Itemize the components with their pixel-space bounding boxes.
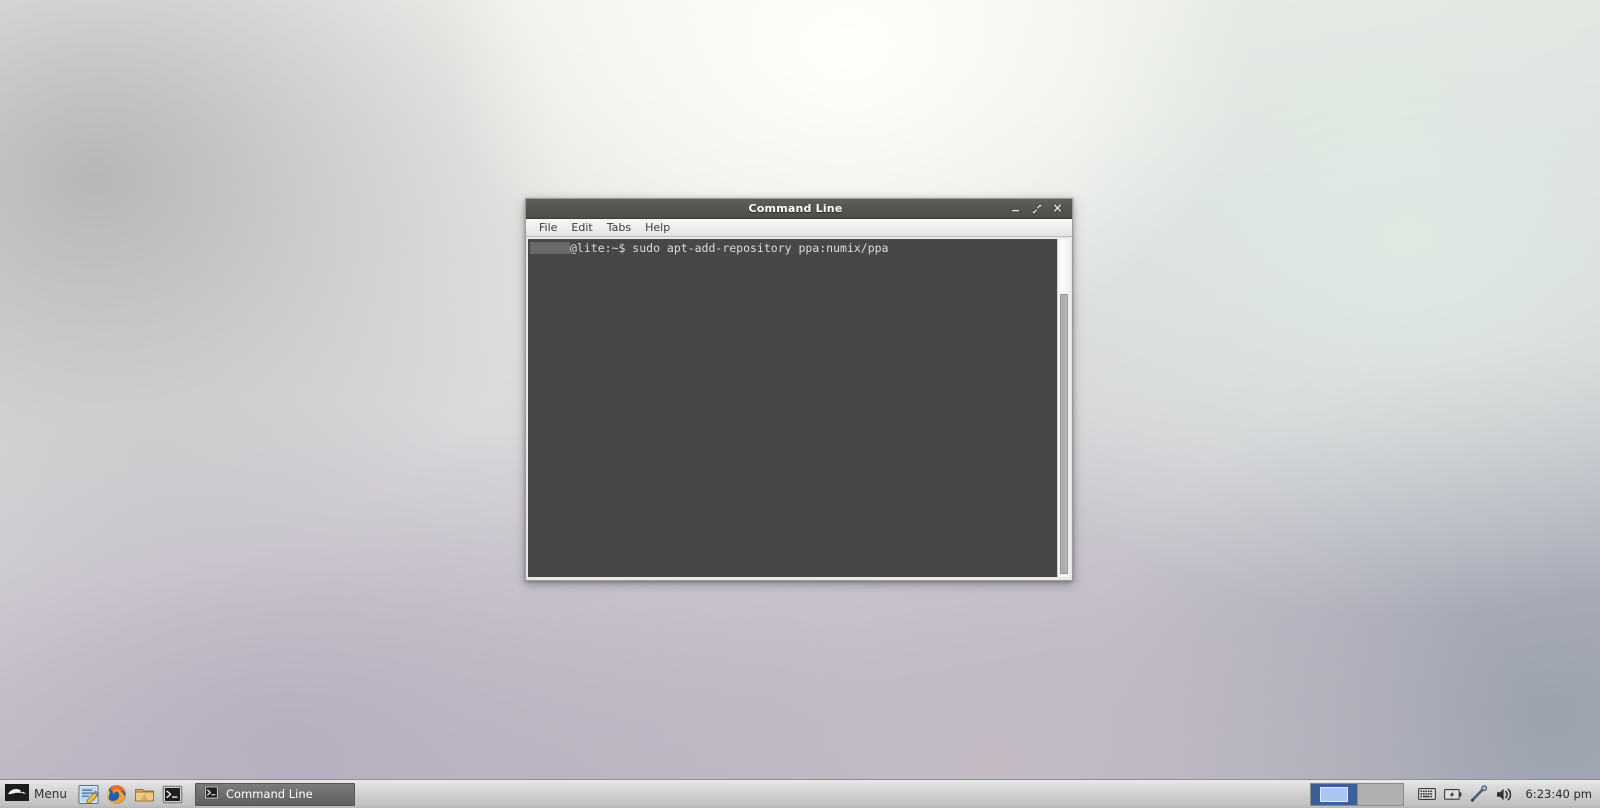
workspace-pager[interactable]	[1310, 783, 1404, 806]
terminal-body: @lite:~$ sudo apt-add-repository ppa:num…	[526, 237, 1072, 580]
task-button-label: Command Line	[226, 787, 313, 801]
clock[interactable]: 6:23:40 pm	[1526, 787, 1593, 801]
menu-bar: File Edit Tabs Help	[526, 219, 1072, 237]
battery-icon[interactable]	[1443, 784, 1463, 804]
terminal-line-0: @lite:~$ sudo apt-add-repository ppa:num…	[528, 241, 1057, 255]
launcher-terminal[interactable]	[162, 783, 184, 805]
task-button-command-line[interactable]: Command Line	[195, 783, 355, 806]
window-titlebar[interactable]: Command Line	[526, 199, 1072, 219]
menu-item-tabs[interactable]: Tabs	[600, 220, 638, 235]
bluetooth-icon[interactable]	[1469, 784, 1489, 804]
workspace-2-button[interactable]	[1357, 784, 1403, 805]
terminal-scrollbar[interactable]	[1057, 239, 1070, 577]
close-icon[interactable]	[1051, 202, 1064, 215]
minimize-icon[interactable]	[1009, 202, 1022, 215]
maximize-icon[interactable]	[1030, 202, 1043, 215]
start-menu-label: Menu	[34, 787, 67, 801]
task-list: Command Line	[187, 780, 1310, 809]
terminal-command-text: @lite:~$ sudo apt-add-repository ppa:num…	[570, 241, 889, 255]
scrollbar-thumb[interactable]	[1060, 294, 1068, 574]
launcher-text-editor[interactable]	[78, 783, 100, 805]
keyboard-icon[interactable]	[1417, 784, 1437, 804]
taskbar: Menu	[0, 779, 1600, 808]
terminal-icon	[204, 785, 219, 804]
terminal-screen[interactable]: @lite:~$ sudo apt-add-repository ppa:num…	[528, 239, 1057, 577]
menu-item-edit[interactable]: Edit	[564, 220, 599, 235]
window-title: Command Line	[526, 202, 1009, 215]
menu-item-help[interactable]: Help	[638, 220, 677, 235]
system-tray: 6:23:40 pm	[1310, 780, 1600, 809]
start-menu-button[interactable]: Menu	[0, 781, 75, 808]
workspace-1-button[interactable]	[1311, 784, 1357, 805]
linux-mint-logo-icon	[5, 783, 29, 806]
redacted-username-block	[530, 242, 570, 254]
launcher-firefox[interactable]	[106, 783, 128, 805]
terminal-window[interactable]: Command Line File Edit Tabs	[525, 198, 1073, 581]
launcher-file-manager[interactable]	[134, 783, 156, 805]
menu-item-file[interactable]: File	[532, 220, 564, 235]
speaker-icon[interactable]	[1495, 784, 1515, 804]
window-controls	[1009, 202, 1072, 215]
